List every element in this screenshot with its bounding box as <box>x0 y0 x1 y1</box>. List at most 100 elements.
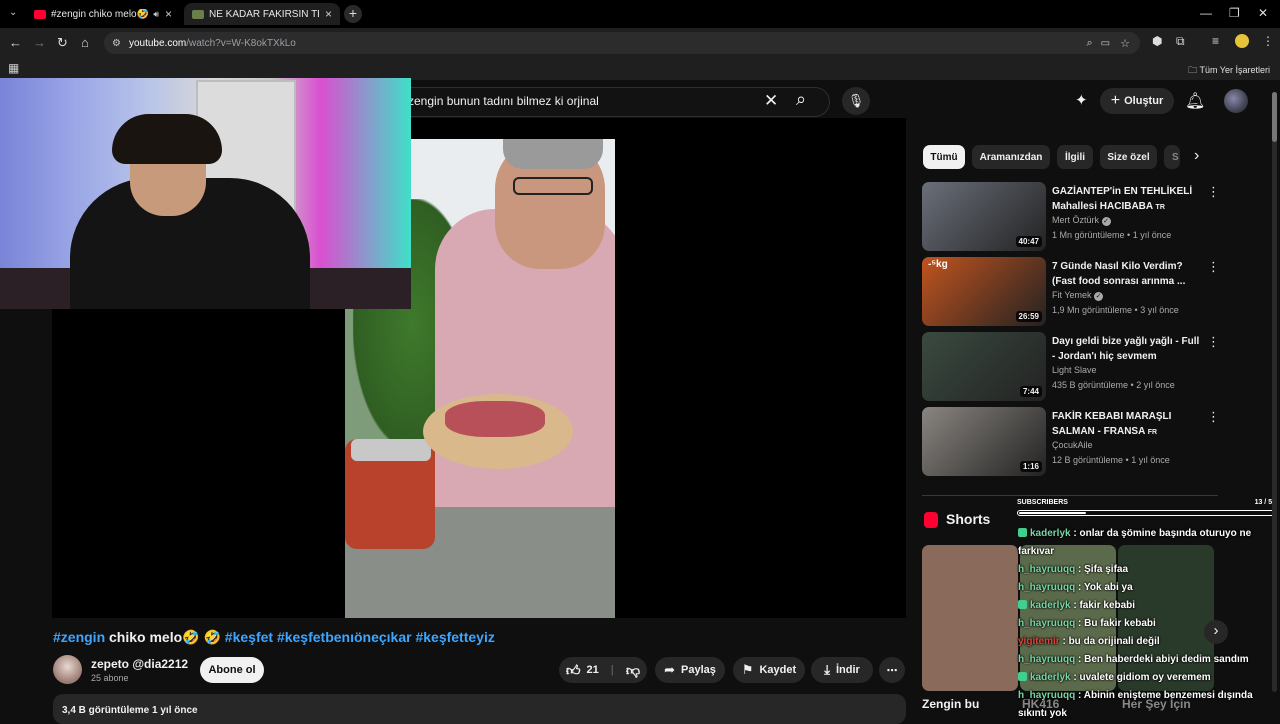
minimize-icon[interactable]: — <box>1200 6 1212 20</box>
extension-icon[interactable]: ⬢ <box>1152 34 1162 48</box>
notifications-bell-icon[interactable]: 🔔︎ <box>1185 91 1205 111</box>
back-icon[interactable]: ← <box>9 35 22 50</box>
close-window-icon[interactable]: ✕ <box>1258 6 1268 20</box>
reading-list-icon[interactable]: ≡ <box>1212 34 1219 48</box>
recommendation-channel[interactable]: Fit Yemek ✓ <box>1052 290 1104 301</box>
apps-grid-icon[interactable]: ▦ <box>8 61 19 75</box>
chat-username: kaderlyk <box>1030 672 1071 683</box>
close-tab-icon[interactable]: × <box>159 7 172 21</box>
video-title: #zengin chiko melo🤣 🤣 #keşfet #keşfetben… <box>53 629 495 646</box>
download-button[interactable]: ⤓ İndir <box>811 657 873 683</box>
chip-related[interactable]: İlgili <box>1057 145 1093 169</box>
recommendation-item[interactable]: 40:47 GAZİANTEP'in EN TEHLİKELİ Mahallesi… <box>922 182 1262 252</box>
short-thumbnail[interactable] <box>922 545 1018 691</box>
share-icon: ➦ <box>664 662 676 677</box>
voice-search-icon[interactable]: 🎙︎ <box>842 87 870 115</box>
hashtag-link[interactable]: #keşfetbenıöneçıkar <box>277 629 412 645</box>
recommendation-channel[interactable]: Light Slave <box>1052 365 1097 375</box>
url-host: youtube.com <box>128 37 187 49</box>
home-icon[interactable]: ⌂ <box>81 35 89 50</box>
chat-text: : bu da orijinali değil <box>1059 636 1160 647</box>
more-actions-icon[interactable]: ⋯ <box>879 657 905 683</box>
video-hair <box>503 139 603 169</box>
video-thumbnail[interactable]: 40:47 <box>922 182 1046 251</box>
language-badge: FR <box>1147 429 1158 436</box>
recommendation-title[interactable]: FAKİR KEBABI MARAŞLI SALMAN - FRANSA FR <box>1052 409 1202 440</box>
save-button[interactable]: ⚑ Kaydet <box>733 657 805 683</box>
channel-avatar[interactable] <box>53 655 82 684</box>
short-title[interactable]: Zengin bu <box>922 697 979 711</box>
recommendation-title[interactable]: Dayı geldi bize yağlı yağlı - Full - Jor… <box>1052 334 1202 364</box>
zoom-icon[interactable]: ⌕ <box>1087 37 1093 50</box>
tab-youtube[interactable]: #zengin chiko melo🤣🤣# 🔊︎ × <box>26 3 180 25</box>
recommendation-item[interactable]: 1:16 FAKİR KEBABI MARAŞLI SALMAN - FRANSA… <box>922 407 1262 477</box>
account-avatar[interactable] <box>1224 89 1248 113</box>
new-tab-button[interactable]: + <box>344 5 362 23</box>
chat-text: sıkıntı yok <box>1018 708 1067 719</box>
download-icon: ⤓ <box>824 662 830 677</box>
chip-more[interactable]: S <box>1164 145 1180 169</box>
tab-search-icon[interactable]: ⌄ <box>9 7 17 18</box>
restore-icon[interactable]: ❐ <box>1229 6 1240 20</box>
subscribe-button[interactable]: Abone ol <box>200 657 264 683</box>
like-count[interactable]: 21 <box>587 664 599 676</box>
search-input-value[interactable]: zengin bunun tadını bilmez ki orjinal <box>408 94 599 108</box>
chat-text: : uvalete gidiom oy veremem <box>1070 672 1211 683</box>
recommendation-title[interactable]: 7 Günde Nasıl Kilo Verdim? (Fast food so… <box>1052 259 1202 289</box>
browser-tab-strip: ⌄ #zengin chiko melo🤣🤣# 🔊︎ × NE KADAR FA… <box>0 0 1280 28</box>
video-thumbnail[interactable]: -⁵kg 26:59 <box>922 257 1046 326</box>
search-icon[interactable]: ⌕ <box>796 89 806 110</box>
bookmarks-bar: ▦ 🗀︎ Tüm Yer İşaretleri <box>0 58 1280 80</box>
browser-menu-icon[interactable]: ⋮ <box>1262 34 1274 48</box>
magic-icon[interactable]: ✦ <box>1075 91 1088 109</box>
title-text: Dayı geldi bize yağlı yağlı - Full - Jor… <box>1052 336 1200 362</box>
save-label: Kaydet <box>759 664 797 676</box>
shorts-divider <box>922 495 1218 496</box>
chat-message: h_hayruuqq : Yok abi ya <box>1018 582 1133 593</box>
channel-name[interactable]: zepeto @dia2212 <box>91 657 188 671</box>
chip-for-you[interactable]: Size özel <box>1100 145 1157 169</box>
more-options-icon[interactable]: ⋮ <box>1207 184 1220 200</box>
profile-icon[interactable] <box>1235 34 1249 48</box>
scrollbar-thumb[interactable] <box>1272 92 1277 142</box>
site-info-icon[interactable]: ⚙ <box>112 38 121 49</box>
recommendation-title[interactable]: GAZİANTEP'in EN TEHLİKELİ Mahallesi HACI… <box>1052 184 1202 215</box>
recommendation-item[interactable]: -⁵kg 26:59 7 Günde Nasıl Kilo Verdim? (Fas… <box>922 257 1262 327</box>
chip-from-search[interactable]: Aramanızdan <box>972 145 1050 169</box>
chips-next-icon[interactable]: › <box>1194 147 1199 165</box>
chat-username: h_hayruuqq <box>1018 690 1076 701</box>
forward-icon[interactable]: → <box>33 35 46 50</box>
scrollbar-track[interactable] <box>1272 92 1277 692</box>
address-bar[interactable]: ⚙ youtube.com /watch?v=W-K8okTXkLo ⌕ ▭ ☆ <box>104 32 1140 54</box>
tab-title: #zengin chiko melo🤣🤣# <box>51 8 149 20</box>
chat-message: h_hayruuqq : Ben haberdeki abiyi dedim s… <box>1018 654 1249 665</box>
hashtag-link[interactable]: #zengin <box>53 629 105 645</box>
more-options-icon[interactable]: ⋮ <box>1207 409 1220 425</box>
hashtag-link[interactable]: #keşfetteyiz <box>415 629 494 645</box>
hashtag-link[interactable]: #keşfet <box>225 629 273 645</box>
recommendation-channel[interactable]: Mert Öztürk ✓ <box>1052 215 1111 226</box>
clear-search-icon[interactable]: ✕ <box>764 91 778 111</box>
dislike-icon[interactable]: 👎︎ <box>626 662 640 679</box>
all-bookmarks-link[interactable]: 🗀︎ Tüm Yer İşaretleri <box>1188 63 1270 79</box>
more-options-icon[interactable]: ⋮ <box>1207 259 1220 275</box>
tab-test[interactable]: NE KADAR FAKİRSİN TESTİ - Tr × <box>184 3 340 25</box>
recommendation-channel[interactable]: ÇocukAile <box>1052 440 1093 450</box>
reload-icon[interactable]: ↻ <box>57 35 68 51</box>
close-tab-icon[interactable]: × <box>319 7 332 21</box>
bookmark-star-icon[interactable]: ☆ <box>1120 37 1130 50</box>
recommendation-item[interactable]: 7:44 Dayı geldi bize yağlı yağlı - Full -… <box>922 332 1262 402</box>
recommendation-meta: 435 B görüntüleme • 2 yıl önce <box>1052 380 1175 390</box>
cast-icon[interactable]: ▭ <box>1101 38 1110 49</box>
extensions-puzzle-icon[interactable]: ⧉ <box>1176 34 1185 49</box>
create-button[interactable]: + Oluştur <box>1100 88 1174 114</box>
share-button[interactable]: ➦ Paylaş <box>655 657 725 683</box>
chat-username: h_hayruuqq <box>1018 564 1076 575</box>
like-icon[interactable]: 👍︎ <box>566 662 581 679</box>
chip-all[interactable]: Tümü <box>923 145 965 169</box>
more-options-icon[interactable]: ⋮ <box>1207 334 1220 350</box>
video-thumbnail[interactable]: 1:16 <box>922 407 1046 476</box>
channel-subscriber-count: 25 abone <box>91 673 129 683</box>
shorts-heading: Shorts <box>946 511 991 527</box>
video-thumbnail[interactable]: 7:44 <box>922 332 1046 401</box>
